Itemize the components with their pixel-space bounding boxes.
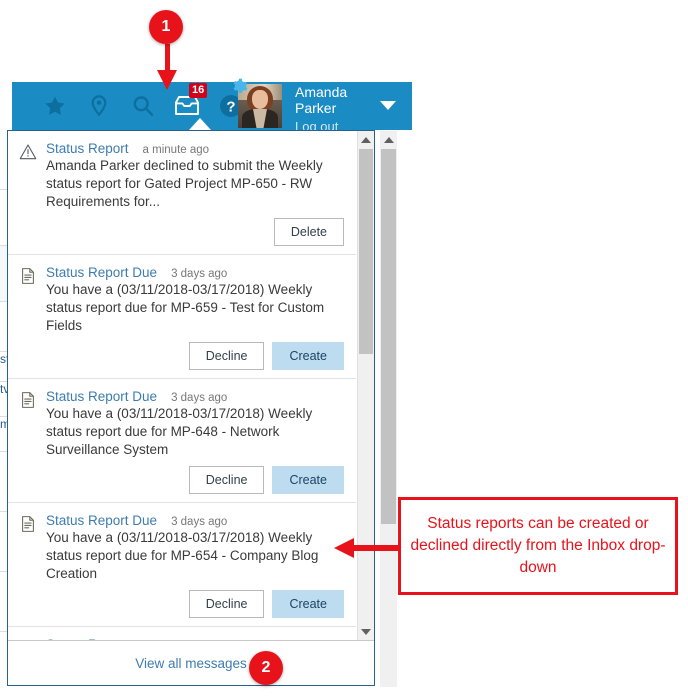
notification-actions: Delete <box>46 218 346 246</box>
decline-button[interactable]: Decline <box>188 466 265 494</box>
notification-actions: Decline Create <box>46 342 346 370</box>
location-pin-icon[interactable] <box>86 93 112 119</box>
notification-timestamp: 3 days ago <box>171 516 228 528</box>
document-icon <box>19 515 37 533</box>
notification-title[interactable]: Status Report <box>46 141 129 156</box>
decline-button[interactable]: Decline <box>188 342 265 370</box>
list-item[interactable]: Status Report 7 days ago System declined… <box>8 627 356 640</box>
notification-body: You have a (03/11/2018-03/17/2018) Weekl… <box>46 530 319 581</box>
create-button[interactable]: Create <box>272 342 344 370</box>
notification-body: You have a (03/11/2018-03/17/2018) Weekl… <box>46 406 313 457</box>
gear-icon[interactable] <box>231 78 248 95</box>
user-name-line-2: Parker <box>295 100 337 116</box>
dropdown-pointer-caret <box>189 118 211 130</box>
inbox-badge-count: 16 <box>189 83 208 98</box>
annotation-marker-2: 2 <box>249 651 283 685</box>
notification-title[interactable]: Status Report Due <box>46 265 157 280</box>
header-icon-group: 16 ? <box>42 82 244 130</box>
inbox-dropdown-panel: Status Report a minute ago Amanda Parker… <box>7 130 375 686</box>
notification-body: Amanda Parker declined to submit the Wee… <box>46 158 323 209</box>
search-icon[interactable] <box>130 93 156 119</box>
create-button[interactable]: Create <box>272 590 344 618</box>
svg-text:?: ? <box>226 99 235 116</box>
list-item[interactable]: Status Report Due 3 days ago You have a … <box>8 379 356 503</box>
page-scrollbar-thumb[interactable] <box>381 149 396 524</box>
notification-timestamp: 3 days ago <box>171 268 228 280</box>
list-item[interactable]: Status Report a minute ago Amanda Parker… <box>8 131 356 255</box>
notification-timestamp: a minute ago <box>142 144 210 156</box>
dropdown-scrollbar-thumb[interactable] <box>359 149 373 354</box>
scroll-up-arrow-icon[interactable] <box>358 131 374 148</box>
inbox-icon[interactable]: 16 <box>174 83 208 119</box>
background-page-right-area <box>412 131 688 521</box>
annotation-marker-1: 1 <box>149 10 183 44</box>
notification-list: Status Report a minute ago Amanda Parker… <box>8 131 374 640</box>
notification-title[interactable]: Status Report Due <box>46 389 157 404</box>
create-button[interactable]: Create <box>272 466 344 494</box>
list-item[interactable]: Status Report Due 3 days ago You have a … <box>8 503 356 627</box>
user-menu[interactable]: Amanda Parker Log out <box>295 84 385 135</box>
list-item[interactable]: Status Report Due 3 days ago You have a … <box>8 255 356 379</box>
dropdown-footer: View all messages <box>8 640 374 685</box>
annotation-arrow-to-create-button <box>334 538 400 558</box>
notification-title[interactable]: Status Report Due <box>46 513 157 528</box>
notification-timestamp: 3 days ago <box>171 392 228 404</box>
dropdown-scrollbar[interactable] <box>357 131 374 640</box>
scroll-down-arrow-icon[interactable] <box>358 623 374 640</box>
notification-list-inner: Status Report a minute ago Amanda Parker… <box>8 131 356 640</box>
view-all-messages-link[interactable]: View all messages <box>135 656 247 671</box>
user-name-line-1: Amanda <box>295 84 348 100</box>
star-icon[interactable] <box>42 93 68 119</box>
avatar[interactable] <box>233 78 282 128</box>
notification-actions: Decline Create <box>46 590 346 618</box>
delete-button[interactable]: Delete <box>273 218 344 246</box>
notification-body: You have a (03/11/2018-03/17/2018) Weekl… <box>46 282 325 333</box>
document-icon <box>19 267 37 285</box>
notification-actions: Decline Create <box>46 466 346 494</box>
annotation-callout-box: Status reports can be created or decline… <box>398 497 678 595</box>
page-scrollbar[interactable] <box>380 131 397 687</box>
warning-triangle-icon <box>19 143 37 161</box>
decline-button[interactable]: Decline <box>188 590 265 618</box>
annotation-arrow-to-inbox <box>157 44 177 90</box>
scroll-up-arrow-icon[interactable] <box>380 131 397 148</box>
annotation-callout-text: Status reports can be created or decline… <box>410 515 666 576</box>
chevron-down-icon[interactable] <box>380 101 396 110</box>
document-icon <box>19 391 37 409</box>
